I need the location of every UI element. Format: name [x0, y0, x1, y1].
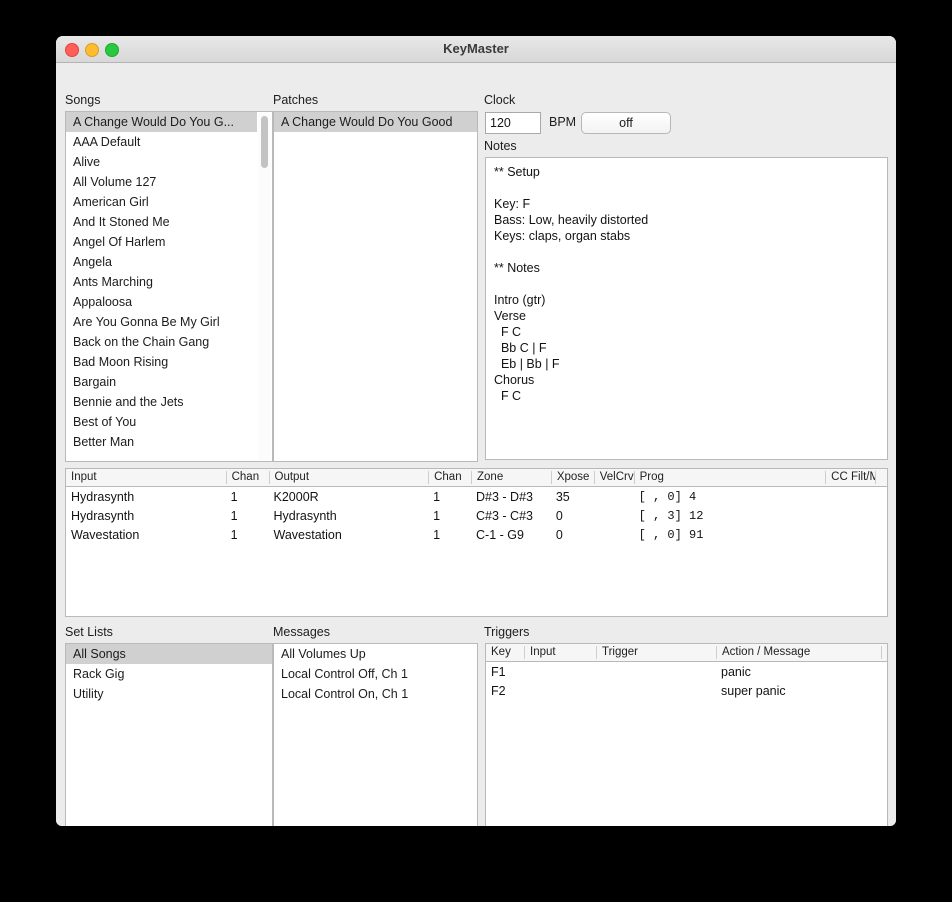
- window-content: Songs A Change Would Do You G... AAA Defa…: [56, 63, 896, 826]
- connections-col-header[interactable]: Prog: [633, 471, 826, 484]
- connections-table-body[interactable]: Hydrasynth 1 K2000R 1 D#3 - D#3 35[ , 0] 4 Hyd…: [66, 487, 887, 544]
- setlist-item[interactable]: All Songs: [66, 644, 272, 664]
- songs-list[interactable]: A Change Would Do You G... AAA Default Ali…: [65, 111, 273, 462]
- connections-table[interactable]: Input Chan Output Chan Zone Xpose VelCrv Prog CC…: [65, 468, 888, 617]
- patches-list[interactable]: A Change Would Do You Good: [273, 111, 478, 462]
- notes-panel[interactable]: ** Setup Key: F Bass: Low, heavily disto…: [485, 157, 888, 460]
- triggers-col-header[interactable]: [881, 646, 887, 659]
- messages-list[interactable]: All Volumes Up Local Control Off, Ch 1 Loc…: [273, 643, 478, 826]
- triggers-table-header: Key Input Trigger Action / Message: [486, 644, 887, 662]
- connections-cell-input: Hydrasynth: [71, 508, 135, 523]
- songs-label: Songs: [65, 93, 101, 107]
- songs-scrollbar-thumb[interactable]: [261, 116, 268, 168]
- song-item[interactable]: American Girl: [66, 192, 257, 212]
- triggers-col-header[interactable]: Action / Message: [716, 646, 881, 659]
- song-item[interactable]: Angela: [66, 252, 257, 272]
- triggers-col-header[interactable]: Trigger: [596, 646, 716, 659]
- clock-label: Clock: [484, 93, 516, 107]
- keymaster-window: KeyMaster Songs A Change Would Do You G.…: [56, 36, 896, 826]
- connections-col-header[interactable]: Chan: [225, 471, 269, 484]
- connections-cell-zone: C#3 - C#3: [476, 508, 533, 523]
- songs-scrollbar-track[interactable]: [258, 113, 271, 460]
- triggers-col-header[interactable]: Input: [524, 646, 596, 659]
- connections-cell-prog: [ , 0] 4: [638, 489, 697, 504]
- connections-cell-output: Wavestation: [273, 527, 342, 542]
- connections-cell-zone: C-1 - G9: [476, 527, 524, 542]
- song-item[interactable]: Are You Gonna Be My Girl: [66, 312, 257, 332]
- patch-item[interactable]: A Change Would Do You Good: [274, 112, 477, 132]
- song-item[interactable]: Angel Of Harlem: [66, 232, 257, 252]
- song-item[interactable]: And It Stoned Me: [66, 212, 257, 232]
- triggers-table-row[interactable]: F1 panic: [486, 662, 887, 681]
- connections-cell-output: K2000R: [273, 489, 319, 504]
- song-item[interactable]: Back on the Chain Gang: [66, 332, 257, 352]
- connections-table-row[interactable]: Hydrasynth 1 Hydrasynth 1 C#3 - C#3 0 [ , 3] 1…: [66, 506, 887, 525]
- triggers-col-header[interactable]: Key: [486, 646, 524, 659]
- triggers-label: Triggers: [484, 625, 530, 639]
- patches-label: Patches: [273, 93, 319, 107]
- connections-cell-input: Wavestation: [71, 527, 140, 542]
- window-title: KeyMaster: [443, 41, 509, 56]
- triggers-table-row[interactable]: F2 super panic: [486, 681, 887, 700]
- connections-cell-zone: D#3 - D#3: [476, 489, 533, 504]
- clock-toggle-button[interactable]: off: [581, 112, 671, 134]
- messages-label: Messages: [273, 625, 330, 639]
- connections-cell-in_chan: 1: [230, 489, 238, 504]
- bpm-label: BPM: [549, 115, 577, 129]
- window-titlebar[interactable]: KeyMaster: [56, 36, 896, 63]
- connections-col-header[interactable]: CC Filt/Map: [825, 471, 875, 484]
- connections-col-header[interactable]: Chan: [428, 471, 471, 484]
- connections-col-header[interactable]: Input: [66, 471, 226, 484]
- connections-col-header[interactable]: Xpose: [550, 471, 594, 484]
- bpm-input[interactable]: 120: [485, 112, 541, 134]
- connections-table-header: Input Chan Output Chan Zone Xpose VelCrv Prog CC…: [66, 469, 887, 487]
- triggers-table-body[interactable]: F1 panic F2 super panic: [486, 662, 887, 700]
- setlists-label: Set Lists: [65, 625, 113, 639]
- song-item[interactable]: AAA Default: [66, 132, 257, 152]
- song-item[interactable]: Bennie and the Jets: [66, 392, 257, 412]
- triggers-cell-key: F1: [491, 664, 506, 679]
- triggers-cell-key: F2: [491, 683, 506, 698]
- triggers-cell-action: panic: [721, 664, 751, 679]
- song-item[interactable]: Best of You: [66, 412, 257, 432]
- connections-cell-prog: [ , 3] 12: [638, 508, 704, 523]
- notes-label: Notes: [484, 139, 517, 153]
- connections-cell-in_chan: 1: [230, 527, 238, 542]
- connections-col-header[interactable]: [875, 471, 887, 484]
- setlist-item[interactable]: Utility: [66, 684, 272, 704]
- connections-col-header[interactable]: VelCrv: [593, 471, 634, 484]
- message-item[interactable]: Local Control Off, Ch 1: [274, 664, 477, 684]
- song-item[interactable]: Better Man: [66, 432, 257, 452]
- connections-cell-in_chan: 1: [230, 508, 238, 523]
- connections-cell-input: Hydrasynth: [71, 489, 135, 504]
- message-item[interactable]: Local Control On, Ch 1: [274, 684, 477, 704]
- song-item[interactable]: All Volume 127: [66, 172, 257, 192]
- connections-cell-prog: [ , 0] 91: [638, 527, 704, 542]
- connections-col-header[interactable]: Zone: [471, 471, 551, 484]
- connections-cell-xpose: 0: [555, 508, 563, 523]
- connections-cell-out_chan: 1: [433, 508, 441, 523]
- connections-cell-out_chan: 1: [433, 489, 441, 504]
- connections-table-row[interactable]: Wavestation 1 Wavestation 1 C-1 - G9 0 [ , 0] …: [66, 525, 887, 544]
- triggers-cell-action: super panic: [721, 683, 786, 698]
- connections-cell-out_chan: 1: [433, 527, 441, 542]
- song-item[interactable]: Ants Marching: [66, 272, 257, 292]
- song-item[interactable]: Appaloosa: [66, 292, 257, 312]
- notes-text[interactable]: ** Setup Key: F Bass: Low, heavily disto…: [486, 158, 887, 404]
- song-item[interactable]: Bargain: [66, 372, 257, 392]
- connections-cell-xpose: 35: [555, 489, 570, 504]
- connections-cell-output: Hydrasynth: [273, 508, 337, 523]
- connections-cell-xpose: 0: [555, 527, 563, 542]
- song-item[interactable]: A Change Would Do You G...: [66, 112, 257, 132]
- message-item[interactable]: All Volumes Up: [274, 644, 477, 664]
- connections-table-row[interactable]: Hydrasynth 1 K2000R 1 D#3 - D#3 35 [ , 0] 4: [66, 487, 887, 506]
- song-item[interactable]: Bad Moon Rising: [66, 352, 257, 372]
- connections-col-header[interactable]: Output: [268, 471, 429, 484]
- triggers-table[interactable]: Key Input Trigger Action / Message F1 panic F…: [485, 643, 888, 826]
- song-item[interactable]: Alive: [66, 152, 257, 172]
- setlists-list[interactable]: All Songs Rack Gig Utility: [65, 643, 273, 826]
- setlist-item[interactable]: Rack Gig: [66, 664, 272, 684]
